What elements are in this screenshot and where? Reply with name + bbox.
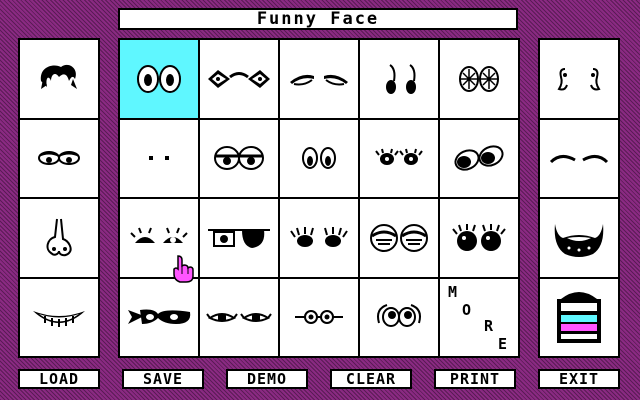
- option-eyes-dark-lashes[interactable]: [440, 199, 518, 277]
- option-eyes-big-round[interactable]: [120, 40, 198, 118]
- option-eyes-googly[interactable]: [360, 278, 438, 356]
- angry-lashed-eyes-icon: [130, 227, 188, 243]
- option-eyes-lashes[interactable]: [360, 119, 438, 197]
- left-category-panel: [18, 38, 100, 358]
- clear-button[interactable]: CLEAR: [330, 369, 412, 389]
- sunglasses-icon: [208, 69, 270, 88]
- option-eyes-patterned[interactable]: [440, 40, 518, 118]
- exit-button[interactable]: EXIT: [538, 369, 620, 389]
- title-bar: Funny Face: [118, 8, 518, 30]
- option-sunglasses[interactable]: [200, 40, 278, 118]
- small-oval-eyes-icon: [302, 147, 336, 170]
- dark-lashed-eyes-icon: [452, 223, 506, 251]
- eyebrows-icon: [549, 155, 609, 164]
- heavy-lid-eyes-icon: [290, 74, 348, 86]
- option-eyes-half-closed[interactable]: [200, 119, 278, 197]
- option-eyes-spiky-dark[interactable]: [280, 199, 358, 277]
- beard-icon: [554, 223, 604, 257]
- beard-tile[interactable]: [540, 199, 618, 277]
- load-button[interactable]: LOAD: [18, 369, 100, 389]
- option-bandit-mask[interactable]: [120, 278, 198, 356]
- option-eyes-dangling[interactable]: [360, 40, 438, 118]
- save-button[interactable]: SAVE: [122, 369, 204, 389]
- tilted-black-eyes-icon: [454, 145, 504, 171]
- sleepy-eyes-tile[interactable]: [20, 119, 98, 197]
- patterned-eyes-icon: [459, 65, 499, 92]
- more-letter-r: R: [484, 316, 494, 335]
- hair-icon: [40, 64, 77, 89]
- option-eyes-round-glasses[interactable]: [360, 199, 438, 277]
- hat-icon: [557, 292, 601, 344]
- googly-eyes-icon: [377, 304, 421, 328]
- option-eyes-narrow-lashes[interactable]: [200, 278, 278, 356]
- dot-eyes-icon: [149, 156, 169, 161]
- more-options-button[interactable]: M O R E: [440, 278, 518, 356]
- mouth-grin-tile[interactable]: [20, 278, 98, 356]
- tiny-glasses-eyes-icon: [295, 310, 343, 325]
- demo-button[interactable]: DEMO: [226, 369, 308, 389]
- big-round-eyes-icon: [137, 64, 181, 93]
- half-closed-eyes-icon: [214, 146, 264, 171]
- lashed-eyes-icon: [375, 149, 423, 166]
- nose-icon: [46, 218, 72, 256]
- more-letter-m: M: [448, 282, 458, 301]
- option-eyes-tiny-glasses[interactable]: [280, 278, 358, 356]
- eyebrows-tile[interactable]: [540, 119, 618, 197]
- hat-tile[interactable]: [540, 278, 618, 356]
- nose-tile[interactable]: [20, 199, 98, 277]
- more-letter-e: E: [498, 334, 508, 353]
- ears-tile[interactable]: [540, 40, 618, 118]
- dangling-eyes-icon: [386, 63, 416, 94]
- grin-mouth-icon: [33, 311, 85, 328]
- print-button[interactable]: PRINT: [434, 369, 516, 389]
- eye-options-grid: M O R E: [118, 38, 520, 358]
- option-eyes-brow-lids[interactable]: [280, 40, 358, 118]
- more-letter-o: O: [462, 300, 472, 319]
- option-eyes-small-oval[interactable]: [280, 119, 358, 197]
- option-eye-patch[interactable]: [200, 199, 278, 277]
- hair-tile[interactable]: [20, 40, 98, 118]
- eye-patch-icon: [208, 228, 270, 248]
- spiky-dark-eyes-icon: [290, 226, 348, 247]
- round-glasses-eyes-icon: [370, 223, 428, 252]
- ears-icon: [557, 67, 601, 91]
- option-eyes-dots[interactable]: [120, 119, 198, 197]
- option-eyes-black-tilted[interactable]: [440, 119, 518, 197]
- narrow-lashed-eyes-icon: [206, 313, 272, 323]
- sleepy-eyes-icon: [38, 151, 80, 166]
- hand-cursor-icon: [173, 255, 194, 283]
- right-category-panel: [538, 38, 620, 358]
- bandit-mask-icon: [128, 309, 191, 325]
